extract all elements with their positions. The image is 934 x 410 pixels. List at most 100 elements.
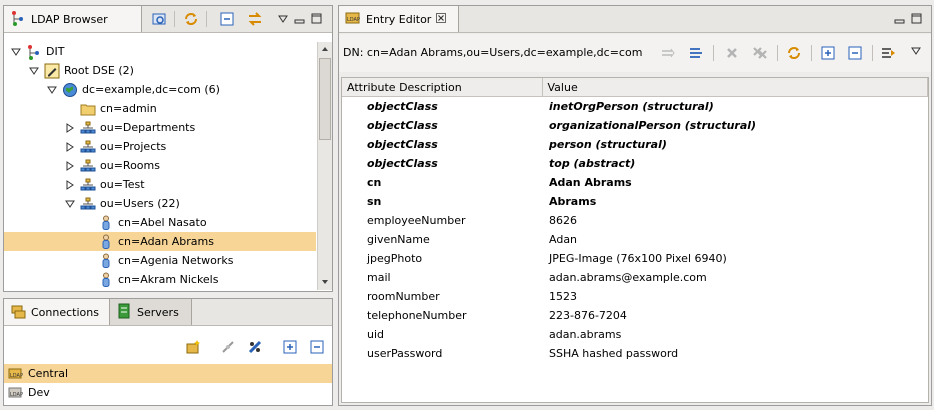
delete-all-values-icon[interactable] <box>751 44 769 62</box>
expanded-arrow-icon[interactable] <box>46 84 58 96</box>
tab-connections[interactable]: Connections <box>4 299 110 325</box>
attribute-name-cell[interactable]: uid <box>342 325 542 344</box>
refresh-entry-icon[interactable] <box>785 44 803 62</box>
tree-node[interactable]: ou=Rooms <box>4 156 316 175</box>
tree-node[interactable]: Root DSE (2) <box>4 61 316 80</box>
view-menu-chevron-down-icon[interactable] <box>907 42 925 60</box>
tree-node[interactable]: ou=Users (22) <box>4 194 316 213</box>
tree-node[interactable]: cn=admin <box>4 99 316 118</box>
table-row[interactable]: objectClass organizationalPerson (structu… <box>342 116 928 135</box>
tree-node[interactable]: ou=Test <box>4 175 316 194</box>
table-row[interactable]: roomNumber 1523 <box>342 287 928 306</box>
new-connection-icon[interactable] <box>184 338 202 356</box>
attribute-value-cell[interactable]: adan.abrams@example.com <box>542 268 928 287</box>
tree-vertical-scrollbar[interactable] <box>317 42 332 290</box>
maximize-icon[interactable] <box>311 13 322 27</box>
tab-entry-editor[interactable]: LDAP Entry Editor <box>339 6 459 32</box>
attribute-value-cell[interactable]: Abrams <box>542 192 928 211</box>
maximize-icon[interactable] <box>911 13 922 27</box>
attribute-value-cell[interactable]: 1523 <box>542 287 928 306</box>
attribute-value-cell[interactable]: top (abstract) <box>542 154 928 173</box>
table-row[interactable]: mail adan.abrams@example.com <box>342 268 928 287</box>
attribute-name-cell[interactable]: telephoneNumber <box>342 306 542 325</box>
scrollbar-thumb[interactable] <box>319 58 331 140</box>
attribute-value-cell[interactable]: organizationalPerson (structural) <box>542 116 928 135</box>
attribute-name-cell[interactable]: jpegPhoto <box>342 249 542 268</box>
table-row[interactable]: userPassword SSHA hashed password <box>342 344 928 363</box>
collapse-all-icon[interactable] <box>308 338 326 356</box>
close-tab-icon[interactable] <box>436 12 447 26</box>
table-row[interactable]: objectClass person (structural) <box>342 135 928 154</box>
attribute-value-cell[interactable]: adan.abrams <box>542 325 928 344</box>
attribute-value-cell[interactable]: 223-876-7204 <box>542 306 928 325</box>
column-header-value[interactable]: Value <box>542 78 928 97</box>
table-row[interactable]: jpegPhoto JPEG-Image (76x100 Pixel 6940) <box>342 249 928 268</box>
attribute-name-cell[interactable]: employeeNumber <box>342 211 542 230</box>
attribute-name-cell[interactable]: sn <box>342 192 542 211</box>
attribute-name-cell[interactable]: objectClass <box>342 154 542 173</box>
connection-item-central[interactable]: LDAP Central <box>4 364 332 383</box>
attribute-value-cell[interactable]: person (structural) <box>542 135 928 154</box>
table-row[interactable]: uid adan.abrams <box>342 325 928 344</box>
ldap-browser-icon <box>10 10 26 29</box>
attribute-name-cell[interactable]: userPassword <box>342 344 542 363</box>
column-header-attribute[interactable]: Attribute Description <box>342 78 543 97</box>
link-with-editor-icon[interactable] <box>246 10 264 28</box>
collapsed-arrow-icon[interactable] <box>64 122 76 134</box>
connect-icon[interactable] <box>246 338 264 356</box>
expand-all-icon[interactable] <box>281 338 299 356</box>
view-menu-chevron-down-icon[interactable] <box>274 10 292 28</box>
delete-value-icon[interactable] <box>723 44 741 62</box>
link-editor-icon[interactable] <box>150 10 168 28</box>
attribute-name-cell[interactable]: roomNumber <box>342 287 542 306</box>
table-row[interactable]: objectClass inetOrgPerson (structural) <box>342 97 928 117</box>
tab-ldap-browser[interactable]: LDAP Browser <box>4 6 142 32</box>
collapse-all-icon[interactable] <box>846 44 864 62</box>
tree-node[interactable]: DIT <box>4 42 316 61</box>
expanded-arrow-icon[interactable] <box>64 198 76 210</box>
table-row[interactable]: objectClass top (abstract) <box>342 154 928 173</box>
attribute-name-cell[interactable]: objectClass <box>342 97 542 117</box>
new-attribute-icon[interactable] <box>687 44 705 62</box>
scroll-up-arrow-icon[interactable] <box>318 42 332 56</box>
tab-servers[interactable]: Servers <box>110 299 192 325</box>
scroll-down-arrow-icon[interactable] <box>318 275 332 289</box>
refresh-icon[interactable] <box>182 10 200 28</box>
minimize-icon[interactable] <box>294 13 305 27</box>
minimize-icon[interactable] <box>894 13 905 27</box>
attribute-value-cell[interactable]: 8626 <box>542 211 928 230</box>
table-row[interactable]: givenName Adan <box>342 230 928 249</box>
quick-filter-icon[interactable] <box>879 44 897 62</box>
attribute-value-cell[interactable]: JPEG-Image (76x100 Pixel 6940) <box>542 249 928 268</box>
expanded-arrow-icon[interactable] <box>28 65 40 77</box>
attribute-name-cell[interactable]: givenName <box>342 230 542 249</box>
connection-item-dev[interactable]: LDAP Dev <box>4 383 332 402</box>
attribute-name-cell[interactable]: objectClass <box>342 135 542 154</box>
attribute-name-cell[interactable]: mail <box>342 268 542 287</box>
tree-node[interactable]: cn=Akram Nickels <box>4 270 316 289</box>
disconnect-icon[interactable] <box>219 338 237 356</box>
tree-node[interactable]: dc=example,dc=com (6) <box>4 80 316 99</box>
collapsed-arrow-icon[interactable] <box>64 179 76 191</box>
table-row[interactable]: sn Abrams <box>342 192 928 211</box>
table-row[interactable]: employeeNumber 8626 <box>342 211 928 230</box>
go-to-dn-icon[interactable] <box>659 44 677 62</box>
attribute-value-cell[interactable]: inetOrgPerson (structural) <box>542 97 928 117</box>
table-row[interactable]: cn Adan Abrams <box>342 173 928 192</box>
expanded-arrow-icon[interactable] <box>10 46 22 58</box>
collapsed-arrow-icon[interactable] <box>64 141 76 153</box>
collapsed-arrow-icon[interactable] <box>64 160 76 172</box>
attribute-name-cell[interactable]: cn <box>342 173 542 192</box>
attribute-value-cell[interactable]: Adan <box>542 230 928 249</box>
attribute-name-cell[interactable]: objectClass <box>342 116 542 135</box>
tree-node[interactable]: ou=Projects <box>4 137 316 156</box>
tree-node[interactable]: cn=Abel Nasato <box>4 213 316 232</box>
collapse-all-icon[interactable] <box>218 10 236 28</box>
tree-node[interactable]: ou=Departments <box>4 118 316 137</box>
tree-node[interactable]: cn=Adan Abrams <box>4 232 316 251</box>
tree-node[interactable]: cn=Agenia Networks <box>4 251 316 270</box>
attribute-value-cell[interactable]: SSHA hashed password <box>542 344 928 363</box>
expand-all-icon[interactable] <box>819 44 837 62</box>
table-row[interactable]: telephoneNumber 223-876-7204 <box>342 306 928 325</box>
attribute-value-cell[interactable]: Adan Abrams <box>542 173 928 192</box>
